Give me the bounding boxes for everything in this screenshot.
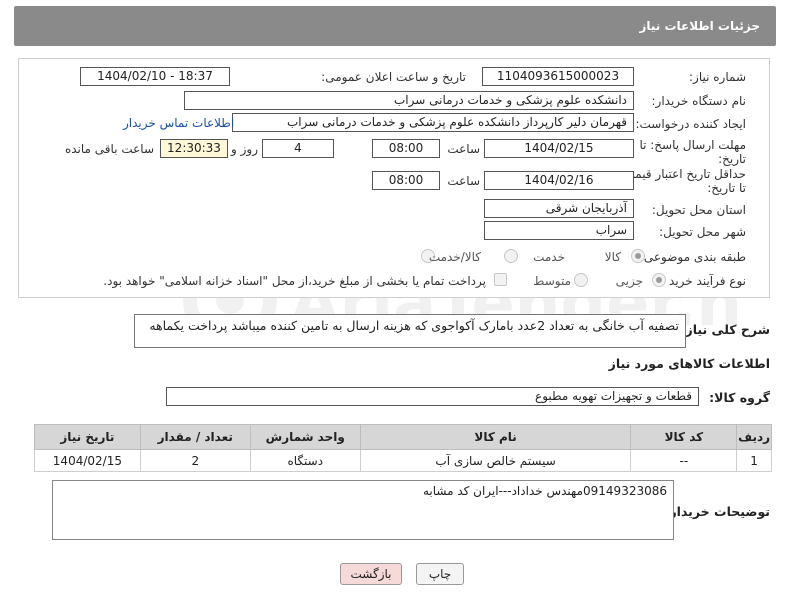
back-button[interactable]: بازگشت: [340, 563, 402, 585]
purchase-type-label: نوع فرآیند خرید :: [661, 274, 746, 288]
remaining-time: 12:30:33: [160, 139, 228, 158]
buyer-org-field: دانشکده علوم پزشکی و خدمات درمانی سراب: [184, 91, 634, 110]
delivery-city-label: شهر محل تحویل:: [659, 225, 746, 239]
col-unit: واحد شمارش: [249, 424, 361, 450]
treasury-payment-note: پرداخت تمام یا بخشی از مبلغ خرید،از محل …: [103, 274, 486, 288]
price-time-label: ساعت: [447, 174, 480, 188]
reply-deadline-label-2: تاریخ:: [718, 152, 746, 166]
col-date: تاریخ نیاز: [34, 424, 141, 450]
reply-deadline-time: 08:00: [372, 139, 440, 158]
need-number-label: شماره نیاز:: [689, 70, 746, 84]
creator-field: قهرمان دلیر کارپرداز دانشکده علوم پزشکی …: [232, 113, 634, 132]
cell-unit: دستگاه: [249, 449, 361, 472]
description-field: تصفیه آب خانگی به تعداد 2عدد بامارک آکوا…: [134, 314, 686, 348]
category-label: طبقه بندی موضوعی:: [639, 250, 746, 264]
col-name: نام کالا: [359, 424, 632, 450]
page-header: جزئیات اطلاعات نیاز: [14, 6, 776, 46]
remaining-days: 4: [262, 139, 334, 158]
table-row: 1 -- سیستم خالص سازی آب دستگاه 2 1404/02…: [34, 449, 772, 472]
buyer-org-label: نام دستگاه خریدار:: [651, 94, 747, 108]
cell-row: 1: [736, 449, 772, 472]
announce-datetime-label: تاریخ و ساعت اعلان عمومی:: [321, 70, 466, 84]
category-option-goods-service: کالا/خدمت: [428, 250, 481, 264]
cell-code: --: [630, 449, 738, 472]
goods-group-label: گروه کالا:: [709, 390, 770, 405]
remaining-label: ساعت باقی مانده: [64, 142, 154, 156]
category-option-goods: کالا: [604, 250, 621, 264]
col-qty: تعداد / مقدار: [139, 424, 251, 450]
cell-name: سیستم خالص سازی آب: [359, 449, 632, 472]
reply-time-label: ساعت: [447, 142, 480, 156]
buyer-notes-label: توضیحات خریدار:: [664, 504, 770, 519]
cell-qty: 2: [139, 449, 251, 472]
category-radio-service[interactable]: [504, 249, 518, 263]
col-code: کد کالا: [630, 424, 738, 450]
buyer-contact-link[interactable]: اطلاعات تماس خریدار: [123, 116, 234, 130]
cell-date: 1404/02/15: [34, 449, 141, 472]
description-label: شرح کلی نیاز:: [680, 322, 770, 337]
category-option-service: خدمت: [533, 250, 565, 264]
col-row: ردیف: [736, 424, 772, 450]
reply-deadline-date: 1404/02/15: [484, 139, 634, 158]
price-validity-label-2: تا تاریخ:: [707, 181, 746, 195]
page-title: جزئیات اطلاعات نیاز: [639, 19, 760, 33]
reply-deadline-label: مهلت ارسال پاسخ: تا: [639, 138, 746, 152]
goods-section-title: اطلاعات کالاهای مورد نیاز: [608, 356, 770, 371]
table-header-row: ردیف کد کالا نام کالا واحد شمارش تعداد /…: [34, 424, 772, 450]
category-radio-goods[interactable]: [631, 249, 645, 263]
price-validity-label: حداقل تاریخ اعتبار قیمت:: [619, 167, 746, 181]
purchase-option-minor: جزیی: [615, 274, 643, 288]
need-number-field: 1104093615000023: [482, 67, 634, 86]
delivery-province-field: آذربایجان شرقی: [484, 199, 634, 218]
goods-group-field: قطعات و تجهیزات تهویه مطبوع: [166, 387, 699, 406]
creator-label: ایجاد کننده درخواست:: [635, 117, 746, 131]
treasury-payment-checkbox[interactable]: [494, 273, 507, 286]
announce-datetime-field: 1404/02/10 - 18:37: [80, 67, 230, 86]
days-label: روز و: [231, 142, 258, 156]
purchase-radio-minor[interactable]: [652, 273, 666, 287]
print-button[interactable]: چاپ: [416, 563, 464, 585]
purchase-option-medium: متوسط: [533, 274, 571, 288]
price-validity-date: 1404/02/16: [484, 171, 634, 190]
price-validity-time: 08:00: [372, 171, 440, 190]
buyer-notes-field: 09149323086مهندس خداداد---ایران کد مشابه: [52, 480, 674, 540]
purchase-radio-medium[interactable]: [574, 273, 588, 287]
delivery-city-field: سراب: [484, 221, 634, 240]
delivery-province-label: استان محل تحویل:: [651, 203, 746, 217]
goods-table: ردیف کد کالا نام کالا واحد شمارش تعداد /…: [34, 424, 772, 472]
